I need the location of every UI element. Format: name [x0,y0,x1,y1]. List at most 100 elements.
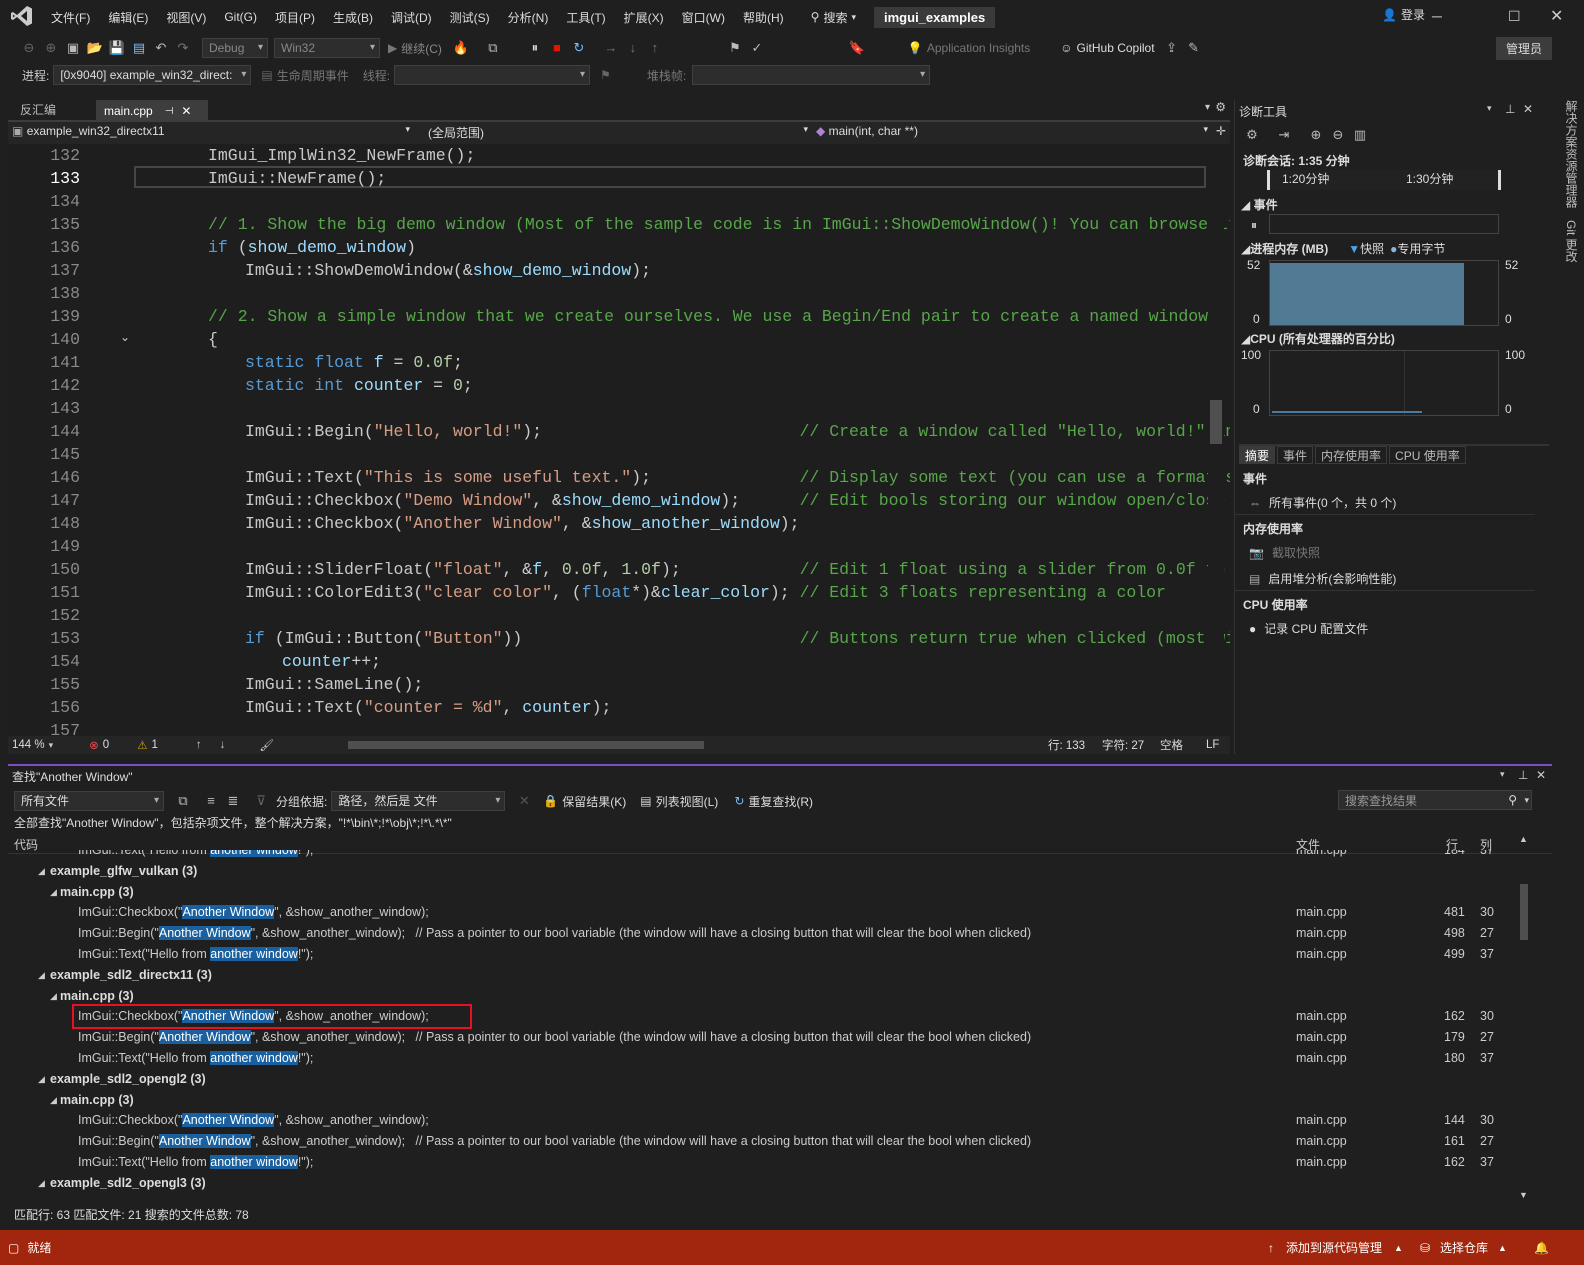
all-events-link[interactable]: ⇔ 所有事件(0 个，共 0 个) [1249,494,1396,511]
list-view-button[interactable]: 列表视图(L) [656,793,719,810]
split-icon[interactable]: ✛ [1216,124,1226,138]
results-scrollbar[interactable]: ▲ ▼ [1516,834,1532,1200]
scope-select[interactable]: 所有文件 [14,791,164,811]
expand-icon[interactable]: ◢ [38,861,45,882]
new-project-icon[interactable]: ▣ [64,39,82,57]
menu-window[interactable]: 窗口(W) [673,9,734,26]
h-scroll-thumb[interactable] [348,741,704,749]
group-select[interactable]: 路径，然后是 文件 [331,791,506,811]
back-icon[interactable]: ⊖ [20,39,38,57]
settings-icon[interactable]: ⚙ [1243,126,1261,144]
cleanup-icon[interactable]: 🖌 [259,738,274,752]
warning-count[interactable]: 1 [152,739,158,751]
menu-project[interactable]: 项目(P) [266,9,324,26]
menu-analyze[interactable]: 分析(N) [499,9,558,26]
refind-button[interactable]: 重复查找(R) [748,793,813,810]
save-icon[interactable]: 💾 [108,39,126,57]
menu-tools[interactable]: 工具(T) [557,9,614,26]
menu-build[interactable]: 生成(B) [324,9,382,26]
close-icon[interactable]: ✕ [1550,6,1563,26]
zoom-level[interactable]: 144 % [12,739,45,751]
project-dropdown[interactable]: ▣ example_win32_directx11 ▾ [12,124,410,138]
scroll-up-icon[interactable]: ▲ [1519,834,1528,844]
tab-cpu-usage[interactable]: CPU 使用率 [1389,446,1466,464]
scroll-thumb[interactable] [1210,400,1222,444]
pin-icon[interactable]: ⊣ [165,106,174,117]
line-position[interactable]: 行: 133 [1048,737,1085,753]
keep-results-button[interactable]: 保留结果(K) [562,793,626,810]
expand-icon[interactable]: ◢ [38,965,45,986]
platform-select[interactable]: Win32 [274,38,380,58]
filter-icon[interactable]: ⊽ [252,792,270,810]
vs-logo-icon[interactable] [10,4,36,30]
result-item[interactable]: ImGui::Text("Hello from another window!"… [8,850,1516,861]
collapse-all-icon[interactable]: ≣ [224,792,242,810]
menu-edit[interactable]: 编辑(E) [99,9,157,26]
take-snapshot-button[interactable]: 📷 截取快照 [1249,544,1320,561]
zoom-in-icon[interactable]: ⊕ [1307,126,1325,144]
expand-icon[interactable]: ◢ [50,1090,57,1111]
pin-icon[interactable]: ⚑ [726,39,744,57]
record-cpu-button[interactable]: ● 记录 CPU 配置文件 [1249,620,1368,637]
result-file[interactable]: ◢ main.cpp (3) [8,1090,1516,1111]
pin-icon[interactable]: ⊥ [1518,768,1528,782]
results-scroll-thumb[interactable] [1520,884,1528,940]
expand-all-icon[interactable]: ≡ [202,792,220,810]
result-item[interactable]: ImGui::Checkbox("Another Window", &show_… [8,1004,1516,1030]
search-button[interactable]: ⚲ 搜索 ▾ [811,9,856,26]
step-into-icon[interactable]: → [602,39,620,57]
tab-summary[interactable]: 摘要 [1239,446,1276,464]
expand-icon[interactable]: ◢ [50,986,57,1007]
open-icon[interactable]: 📂 [86,39,104,57]
expand-icon[interactable]: ◢ [50,882,57,903]
pause-icon[interactable]: ⏸ [1251,218,1257,233]
line-ending[interactable]: LF [1206,739,1219,751]
result-group[interactable]: ◢ example_glfw_vulkan (3) [8,861,1516,882]
flag-icon[interactable]: ⚑ [600,68,611,82]
menu-test[interactable]: 测试(S) [441,9,499,26]
notification-icon[interactable]: 🔔 [1534,1241,1549,1255]
stop-icon[interactable]: ■ [548,39,566,57]
minimize-icon[interactable]: ─ [1432,8,1442,24]
add-source-control-button[interactable]: 添加到源代码管理 [1286,1239,1382,1256]
side-tab-git-changes[interactable]: Git 更改 [1556,220,1580,263]
menu-view[interactable]: 视图(V) [157,9,215,26]
expand-icon[interactable]: ◢ [38,1173,45,1194]
copilot-button[interactable]: ☺ GitHub Copilot [1060,41,1154,55]
result-group[interactable]: ◢ example_sdl2_opengl2 (3) [8,1069,1516,1090]
lifecycle-label[interactable]: 生命周期事件 [277,67,349,84]
break-all-icon[interactable]: ⏸ [526,39,544,57]
bookmark-icon[interactable]: 🔖 [848,39,866,57]
result-item[interactable]: ImGui::Begin("Another Window", &show_ano… [8,1131,1516,1152]
error-count[interactable]: 0 [103,739,109,751]
menu-file[interactable]: 文件(F) [42,9,99,26]
scope-dropdown[interactable]: (全局范围) ▾ [428,124,808,141]
indent-mode[interactable]: 空格 [1160,737,1183,753]
char-position[interactable]: 字符: 27 [1102,737,1144,753]
result-group[interactable]: ◢ example_sdl2_opengl3 (3) [8,1173,1516,1194]
restart-icon[interactable]: ↻ [570,39,588,57]
step-out-icon[interactable]: ↑ [646,39,664,57]
share-icon[interactable]: ⇪ [1163,39,1181,57]
close-panel-icon[interactable]: ✕ [1536,768,1546,782]
code-editor[interactable]: 132 133 134 135 136 137 138 139 140 141 142 143 144 1… [8,144,1230,736]
reset-zoom-icon[interactable]: ▥ [1351,126,1369,144]
side-tab-solution-explorer[interactable]: 解决方案资源管理器 [1556,100,1580,208]
tab-events[interactable]: 事件 [1277,446,1314,464]
stack-select[interactable] [692,65,931,85]
app-insights-button[interactable]: 💡 Application Insights [908,41,1030,55]
forward-icon[interactable]: ⊕ [42,39,60,57]
collapse-icon[interactable]: ⌄ [120,330,130,344]
menu-git[interactable]: Git(G) [215,10,266,24]
export-icon[interactable]: ⇥ [1275,126,1293,144]
result-file[interactable]: ◢ main.cpp (3) [8,882,1516,903]
pin-icon[interactable]: ⊥ [1505,102,1515,116]
chevron-down-icon[interactable]: ▾ [1487,103,1492,114]
continue-button[interactable]: ▶ 继续(C) [388,40,442,57]
tab-memory-usage[interactable]: 内存使用率 [1315,446,1388,464]
redo-icon[interactable]: ↷ [174,39,192,57]
search-results-input[interactable]: 搜索查找结果 ⚲ ▾ [1338,790,1532,810]
zoom-out-icon[interactable]: ⊖ [1329,126,1347,144]
thread-select[interactable] [394,65,591,85]
copy-icon[interactable]: ⧉ [174,792,192,810]
